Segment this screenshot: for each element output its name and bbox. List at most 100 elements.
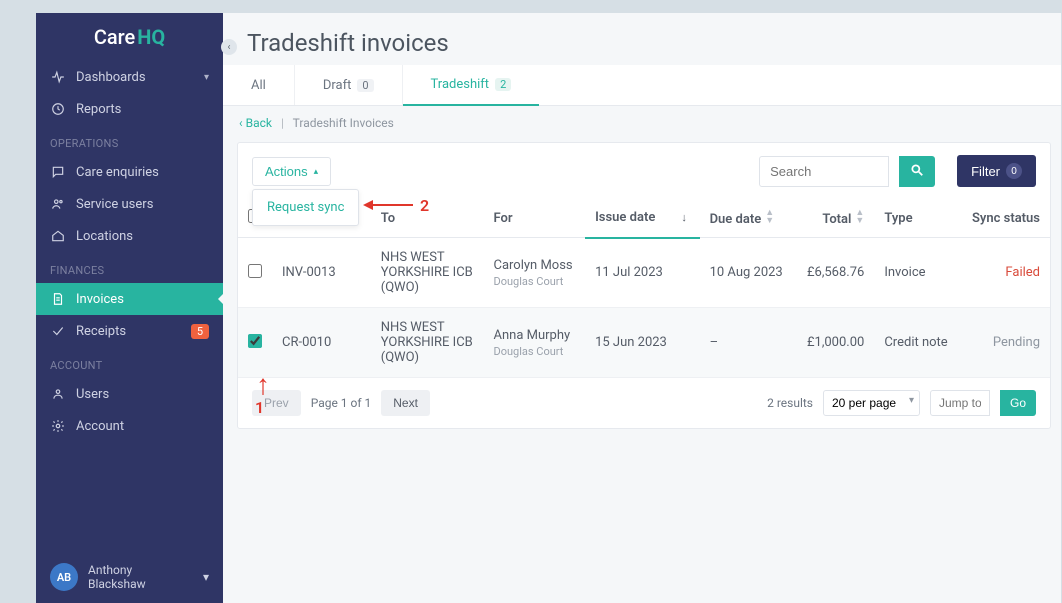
sidebar-item-label: Care enquiries xyxy=(76,165,159,180)
tab-all[interactable]: All xyxy=(223,65,295,105)
sidebar-item-receipts[interactable]: Receipts 5 xyxy=(36,315,223,347)
cell-to: NHS WEST YORKSHIRE ICB (QWO) xyxy=(371,308,484,378)
page-title: Tradeshift invoices xyxy=(247,29,449,57)
search-button[interactable] xyxy=(899,156,935,187)
tab-count: 2 xyxy=(495,78,511,91)
activity-icon xyxy=(50,69,66,85)
tab-tradeshift[interactable]: Tradeshift 2 xyxy=(403,65,540,106)
brand-logo: CareHQ xyxy=(36,13,223,61)
back-label: Back xyxy=(246,116,272,130)
section-finances: FINANCES xyxy=(36,252,223,283)
sidebar-item-label: Receipts xyxy=(76,324,126,339)
menu-item-request-sync[interactable]: Request sync xyxy=(253,194,358,221)
row-checkbox[interactable] xyxy=(248,264,262,278)
table-row[interactable]: CR-0010NHS WEST YORKSHIRE ICB (QWO)Anna … xyxy=(238,308,1050,378)
home-icon xyxy=(50,228,66,244)
tab-label: Draft xyxy=(323,78,352,93)
sidebar-item-reports[interactable]: Reports xyxy=(36,93,223,125)
go-button[interactable]: Go xyxy=(1000,390,1036,416)
chevron-down-icon: ▾ xyxy=(204,72,209,83)
cell-to: NHS WEST YORKSHIRE ICB (QWO) xyxy=(371,238,484,308)
tab-label: Tradeshift xyxy=(431,77,490,92)
sidebar-item-users[interactable]: Users xyxy=(36,378,223,410)
main: ‹ Tradeshift invoices All Draft 0 Tradesh… xyxy=(223,13,1061,603)
sidebar: CareHQ Dashboards ▾ Reports OPERATIONS C… xyxy=(36,13,223,603)
section-account: ACCOUNT xyxy=(36,347,223,378)
sort-icon: ▲▼ xyxy=(855,209,864,225)
brand-suffix: HQ xyxy=(137,25,165,49)
user-name: Anthony Blackshaw xyxy=(88,563,146,591)
message-icon xyxy=(50,164,66,180)
pager: Prev Page 1 of 1 Next 2 results 20 per p… xyxy=(238,378,1050,428)
cell-type: Invoice xyxy=(874,238,959,308)
prev-button[interactable]: Prev xyxy=(252,390,301,416)
cell-total: £6,568.76 xyxy=(795,238,874,308)
receipt-icon xyxy=(50,323,66,339)
filter-label: Filter xyxy=(971,164,1000,179)
sidebar-item-label: Dashboards xyxy=(76,70,146,85)
back-link[interactable]: ‹ Back xyxy=(239,116,272,130)
search-icon xyxy=(910,163,924,180)
cell-type: Credit note xyxy=(874,308,959,378)
sort-down-icon: ↓ xyxy=(681,211,687,224)
sidebar-item-account[interactable]: Account xyxy=(36,410,223,442)
invoice-table: Invoice no.▲▼ To For Issue date↓ Due dat… xyxy=(238,199,1050,378)
actions-menu: Request sync xyxy=(252,189,359,226)
gear-icon xyxy=(50,418,66,434)
cell-for: Carolyn MossDouglas Court xyxy=(484,238,586,308)
col-due-date[interactable]: Due date▲▼ xyxy=(700,199,795,238)
col-type: Type xyxy=(874,199,959,238)
col-sync-status: Sync status xyxy=(960,199,1050,238)
row-checkbox[interactable] xyxy=(248,334,262,348)
sidebar-item-locations[interactable]: Locations xyxy=(36,220,223,252)
users-icon xyxy=(50,196,66,212)
cell-total: £1,000.00 xyxy=(795,308,874,378)
next-button[interactable]: Next xyxy=(381,390,430,416)
document-icon xyxy=(50,291,66,307)
header: ‹ Tradeshift invoices xyxy=(223,13,1061,57)
page-text: Page 1 of 1 xyxy=(311,396,372,410)
sidebar-item-dashboards[interactable]: Dashboards ▾ xyxy=(36,61,223,93)
app-root: CareHQ Dashboards ▾ Reports OPERATIONS C… xyxy=(36,13,1061,603)
col-issue-date[interactable]: Issue date↓ xyxy=(585,199,700,238)
sidebar-item-label: Users xyxy=(76,387,109,402)
sidebar-item-invoices[interactable]: Invoices xyxy=(36,283,223,315)
tab-count: 0 xyxy=(357,79,373,92)
toolbar: Actions ▴ Request sync Filter 0 xyxy=(238,143,1050,199)
cell-for: Anna MurphyDouglas Court xyxy=(484,308,586,378)
cell-invoice-no: CR-0010 xyxy=(272,308,371,378)
per-page-select[interactable]: 20 per page xyxy=(823,390,920,416)
actions-button[interactable]: Actions ▴ xyxy=(252,157,331,186)
sidebar-item-label: Reports xyxy=(76,102,121,117)
clock-icon xyxy=(50,101,66,117)
filter-count: 0 xyxy=(1006,163,1022,179)
breadcrumb-current: Tradeshift Invoices xyxy=(293,116,394,130)
nav: Dashboards ▾ Reports OPERATIONS Care enq… xyxy=(36,61,223,551)
invoice-panel: Actions ▴ Request sync Filter 0 xyxy=(237,142,1051,429)
tabs: All Draft 0 Tradeshift 2 xyxy=(223,65,1061,106)
user-last: Blackshaw xyxy=(88,577,146,591)
col-total[interactable]: Total▲▼ xyxy=(795,199,874,238)
current-user[interactable]: AB Anthony Blackshaw ▾ xyxy=(36,551,223,603)
jump-input[interactable] xyxy=(930,390,990,416)
chevron-down-icon: ▾ xyxy=(203,570,209,584)
tab-draft[interactable]: Draft 0 xyxy=(295,65,403,105)
cell-due-date: 10 Aug 2023 xyxy=(700,238,795,308)
cell-invoice-no: INV-0013 xyxy=(272,238,371,308)
collapse-sidebar-button[interactable]: ‹ xyxy=(221,39,237,55)
table-row[interactable]: INV-0013NHS WEST YORKSHIRE ICB (QWO)Caro… xyxy=(238,238,1050,308)
chevron-left-icon: ‹ xyxy=(227,42,230,53)
sidebar-item-care-enquiries[interactable]: Care enquiries xyxy=(36,156,223,188)
breadcrumb-sep: | xyxy=(281,116,284,130)
breadcrumb: ‹ Back | Tradeshift Invoices xyxy=(223,106,1061,130)
sidebar-item-label: Locations xyxy=(76,229,133,244)
brand-name: Care xyxy=(94,25,135,49)
cell-due-date: – xyxy=(700,308,795,378)
search-input[interactable] xyxy=(759,156,889,187)
filter-button[interactable]: Filter 0 xyxy=(957,155,1036,187)
cell-sync-status: Pending xyxy=(960,308,1050,378)
sidebar-item-label: Service users xyxy=(76,197,153,212)
sidebar-item-service-users[interactable]: Service users xyxy=(36,188,223,220)
sidebar-item-label: Invoices xyxy=(76,292,124,307)
avatar: AB xyxy=(50,563,78,591)
